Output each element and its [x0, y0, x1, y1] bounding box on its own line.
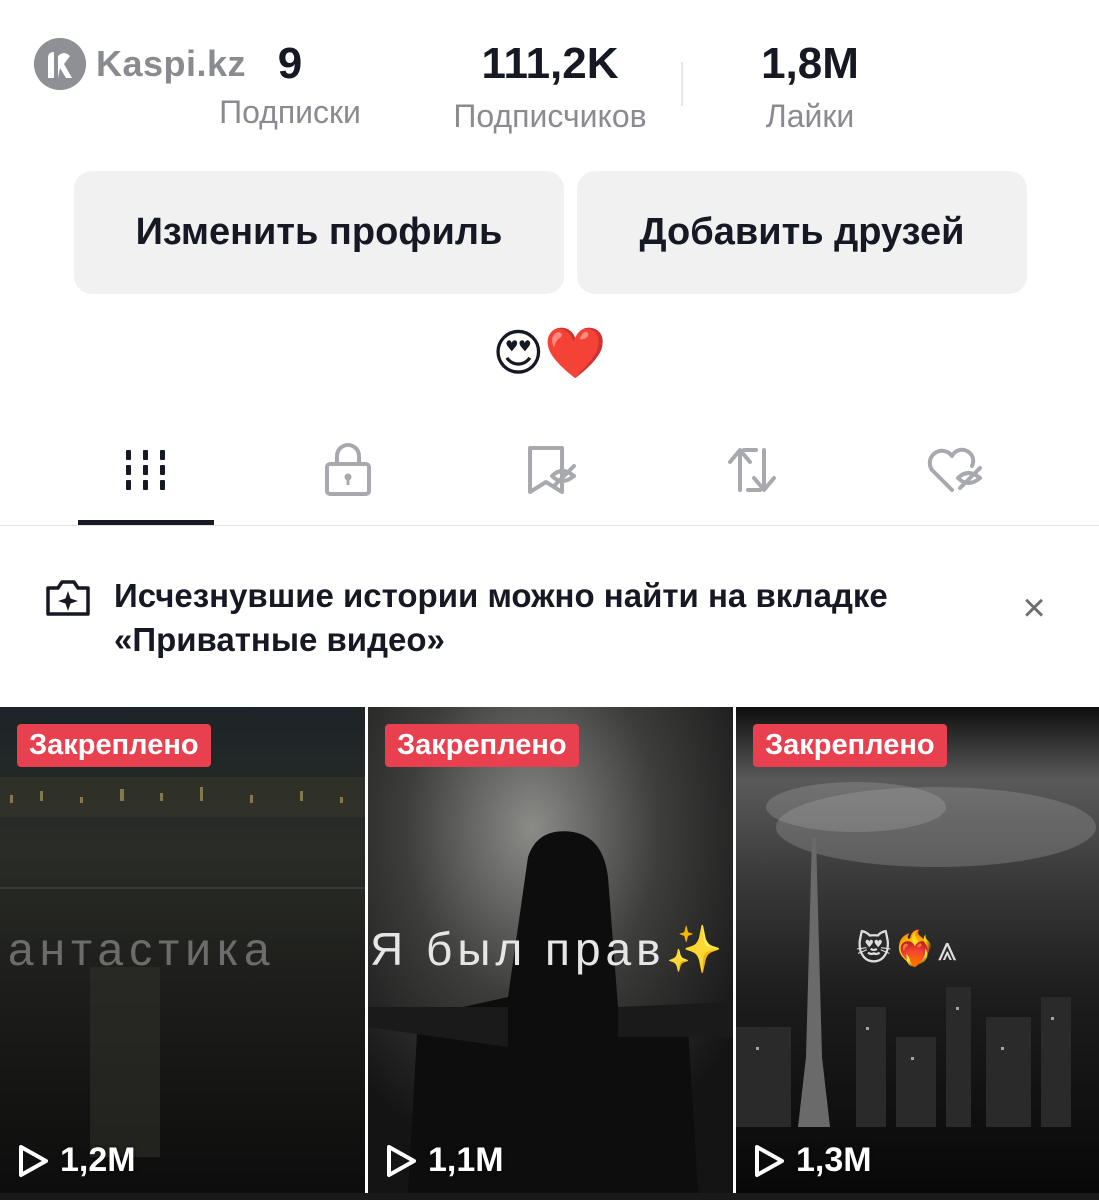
- tab-saved[interactable]: [512, 440, 592, 500]
- notice-text: Исчезнувшие истории можно найти на вклад…: [114, 577, 888, 658]
- play-icon: [19, 1144, 48, 1177]
- video-tile[interactable]: Закреплено Я был прав✨ 1,1M: [368, 707, 733, 1193]
- next-row-edge: [0, 1193, 1099, 1200]
- tab-private[interactable]: [308, 440, 388, 500]
- camera-sparkle-icon: [44, 578, 92, 618]
- heart-hidden-icon: [927, 447, 982, 492]
- stat-label: Лайки: [765, 98, 855, 134]
- play-icon: [755, 1144, 784, 1177]
- pinned-badge: Закреплено: [753, 724, 947, 767]
- bookmark-hidden-icon: [528, 446, 576, 494]
- pinned-badge: Закреплено: [385, 724, 579, 767]
- watermark: Kaspi.kz: [34, 38, 246, 90]
- view-count: 1,3M: [752, 1141, 872, 1180]
- stat-divider: [681, 62, 683, 106]
- grid-icon: [126, 450, 165, 490]
- view-count-text: 1,2M: [60, 1141, 136, 1179]
- tabs-divider: [0, 525, 1099, 526]
- tab-reposts[interactable]: [712, 440, 792, 500]
- tab-videos[interactable]: [106, 440, 186, 500]
- stat-label: Подписки: [219, 94, 361, 130]
- tab-liked[interactable]: [916, 440, 996, 500]
- view-count: 1,1M: [384, 1141, 504, 1180]
- video-overlay-text: Я был прав✨: [370, 922, 728, 977]
- watermark-text: Kaspi.kz: [96, 43, 247, 84]
- stat-value: 1,8M: [761, 39, 859, 88]
- video-tile[interactable]: Закреплено антастика 1,2M: [0, 707, 365, 1193]
- stat-likes[interactable]: 1,8M Лайки: [730, 39, 890, 134]
- lock-icon: [325, 443, 371, 496]
- video-overlay-emoji: 😻❤️‍🔥⩓: [856, 930, 959, 968]
- view-count-text: 1,3M: [796, 1141, 872, 1179]
- stat-value: 9: [277, 39, 303, 88]
- repost-icon: [728, 448, 776, 492]
- pinned-badge: Закреплено: [17, 724, 211, 767]
- video-overlay-emoji: ✨: [665, 923, 728, 975]
- close-icon[interactable]: ×: [1014, 588, 1054, 628]
- kaspi-logo-icon: [34, 38, 86, 90]
- stat-label: Подписчиков: [453, 98, 647, 134]
- stat-following[interactable]: 9: [230, 42, 350, 86]
- edit-profile-button[interactable]: Изменить профиль: [74, 171, 564, 294]
- profile-bio: 😍❤️: [492, 325, 607, 381]
- view-count-text: 1,1M: [428, 1141, 504, 1179]
- video-overlay-text: антастика: [8, 923, 276, 975]
- play-icon: [387, 1144, 416, 1177]
- stat-following-label-wrap: Подписки: [200, 96, 380, 128]
- video-tile[interactable]: Закреплено 😻❤️‍🔥⩓ 1,3M: [736, 707, 1099, 1193]
- stat-value: 111,2K: [481, 39, 619, 88]
- stat-followers[interactable]: 111,2K Подписчиков: [430, 39, 670, 134]
- add-friends-button[interactable]: Добавить друзей: [577, 171, 1027, 294]
- video-overlay-caption: Я был прав: [370, 923, 666, 975]
- view-count: 1,2M: [16, 1141, 136, 1180]
